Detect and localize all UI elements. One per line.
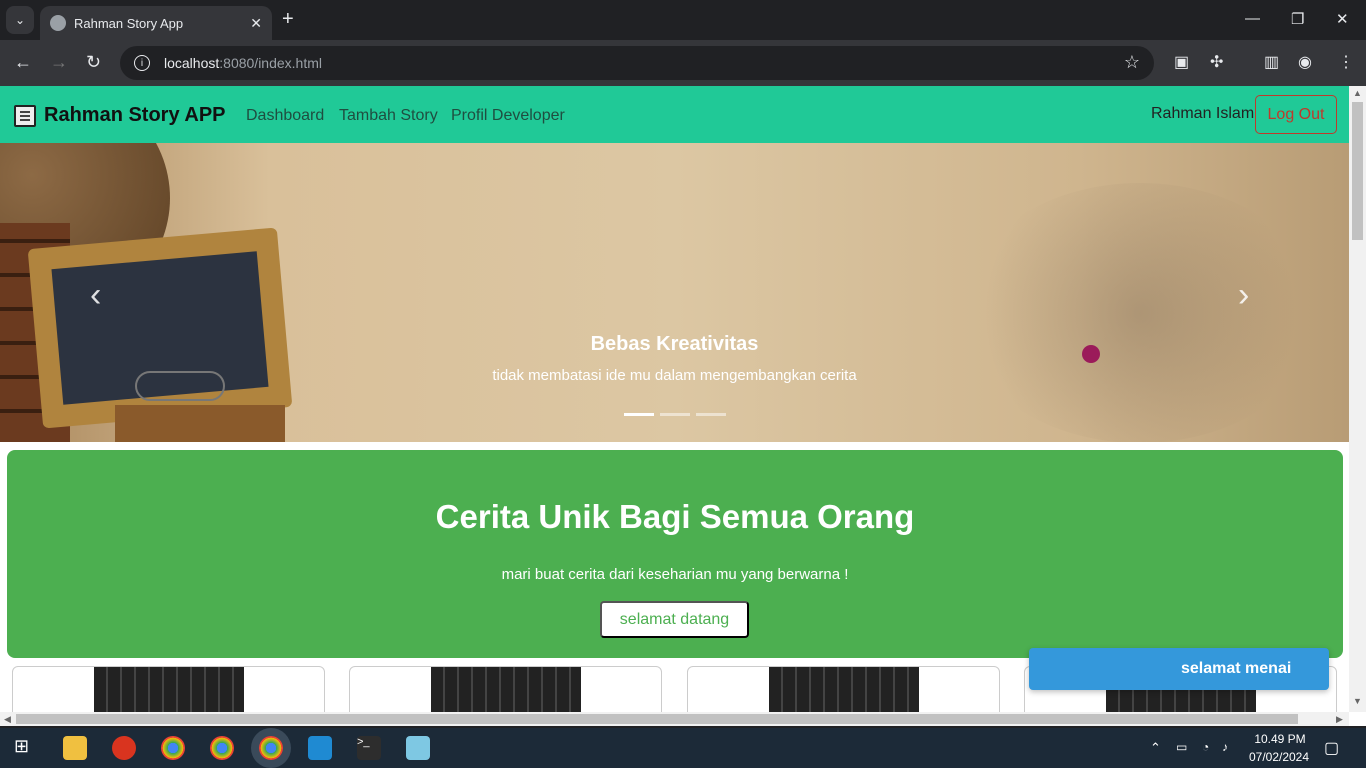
reload-icon[interactable]: ↻ — [86, 52, 101, 73]
welcome-button[interactable]: selamat datang — [600, 601, 749, 638]
carousel-caption-title: Bebas Kreativitas — [590, 333, 759, 355]
tab-title: Rahman Story App — [74, 15, 184, 31]
site-info-icon[interactable]: i — [134, 55, 150, 71]
carousel-indicator-1[interactable] — [624, 413, 654, 416]
address-bar[interactable]: i localhost:8080/index.html ☆ — [120, 46, 1154, 80]
carousel-next-icon[interactable]: › — [1238, 276, 1249, 315]
volume-icon[interactable]: ♪ — [1222, 740, 1228, 754]
vertical-scroll-thumb[interactable] — [1352, 102, 1363, 240]
nav-link-profil-developer[interactable]: Profil Developer — [451, 107, 565, 125]
terminal-icon[interactable]: >_ — [357, 736, 381, 760]
carousel-indicator-3[interactable] — [696, 413, 726, 416]
user-name: Rahman Islam — [1151, 105, 1255, 122]
jumbotron-text: mari buat cerita dari keseharian mu yang… — [501, 566, 849, 583]
url-path: :8080/index.html — [219, 55, 322, 71]
wifi-icon[interactable]: ◔ — [1202, 740, 1209, 754]
side-panel-icon[interactable]: ▥ — [1264, 52, 1279, 72]
url-host: localhost — [164, 55, 220, 71]
bookmark-star-icon[interactable]: ☆ — [1124, 52, 1140, 73]
restore-icon[interactable]: ❐ — [1291, 10, 1304, 28]
brand-text: Rahman Story APP — [44, 104, 226, 126]
globe-icon — [50, 15, 66, 31]
logout-button[interactable]: Log Out — [1255, 95, 1337, 134]
browser-tab[interactable]: Rahman Story App ✕ — [40, 6, 272, 40]
translate-extension-icon[interactable]: ▣ — [1174, 52, 1189, 72]
nav-link-dashboard[interactable]: Dashboard — [246, 107, 324, 125]
carousel-indicator-2[interactable] — [660, 413, 690, 416]
browser-toolbar: ← → ↻ i localhost:8080/index.html ☆ ▣ ✣ … — [0, 40, 1366, 86]
navbar: Rahman Story APP Dashboard Tambah Story … — [0, 86, 1349, 143]
navbar-brand[interactable]: Rahman Story APP — [14, 104, 226, 127]
windows-start-icon[interactable]: ⊞ — [14, 736, 38, 760]
vertical-scrollbar[interactable]: ▲ ▼ — [1349, 86, 1366, 712]
horizontal-scroll-thumb[interactable] — [16, 714, 1298, 724]
back-icon[interactable]: ← — [14, 52, 32, 73]
page-viewport: Rahman Story APP Dashboard Tambah Story … — [0, 86, 1366, 726]
app-icon[interactable] — [406, 736, 430, 760]
chrome-icon[interactable] — [210, 736, 234, 760]
clock-illustration — [960, 183, 1320, 442]
browser-titlebar: ⌄ Rahman Story App ✕ + — ❐ ✕ — [0, 0, 1366, 40]
extensions-puzzle-icon[interactable]: ✣ — [1210, 52, 1223, 72]
book-icon — [14, 104, 36, 127]
carousel-caption-text: tidak membatasi ide mu dalam mengembangk… — [492, 367, 857, 384]
new-tab-button[interactable]: + — [282, 8, 294, 31]
clock-date[interactable]: 07/02/2024 — [1246, 750, 1312, 764]
file-explorer-icon[interactable] — [63, 736, 87, 760]
battery-icon[interactable]: ▭ — [1176, 740, 1187, 754]
close-tab-icon[interactable]: ✕ — [250, 15, 262, 32]
tab-search-button[interactable]: ⌄ — [6, 6, 34, 34]
jumbotron: Cerita Unik Bagi Semua Orang mari buat c… — [7, 450, 1343, 658]
close-window-icon[interactable]: ✕ — [1336, 10, 1349, 28]
nav-link-tambah-story[interactable]: Tambah Story — [339, 107, 438, 125]
clock-time[interactable]: 10.49 PM — [1250, 732, 1310, 746]
chrome-icon[interactable] — [161, 736, 185, 760]
wps-office-icon[interactable] — [112, 736, 136, 760]
welcome-toast: selamat menai — [1029, 648, 1329, 690]
jumbotron-heading: Cerita Unik Bagi Semua Orang — [435, 498, 915, 535]
bookstack-illustration — [115, 405, 285, 442]
minimize-icon[interactable]: — — [1245, 10, 1260, 27]
forward-icon[interactable]: → — [50, 52, 68, 73]
chrome-active-icon[interactable] — [259, 736, 283, 760]
hero-carousel: ‹ › Bebas Kreativitas tidak membatasi id… — [0, 143, 1349, 442]
horizontal-scrollbar[interactable]: ◀ ▶ — [0, 712, 1349, 726]
profile-avatar-icon[interactable]: ◉ — [1298, 52, 1312, 72]
carousel-indicators — [624, 413, 726, 416]
notification-icon[interactable]: ▢ — [1324, 738, 1339, 758]
vscode-icon[interactable] — [308, 736, 332, 760]
windows-taskbar: ⊞ >_ ⌃ ▭ ◔ ♪ 10.49 PM 07/02/2024 ▢ — [0, 728, 1366, 768]
tray-chevron-icon[interactable]: ⌃ — [1150, 740, 1161, 756]
carousel-prev-icon[interactable]: ‹ — [90, 276, 101, 315]
menu-kebab-icon[interactable]: ⋮ — [1338, 52, 1354, 72]
